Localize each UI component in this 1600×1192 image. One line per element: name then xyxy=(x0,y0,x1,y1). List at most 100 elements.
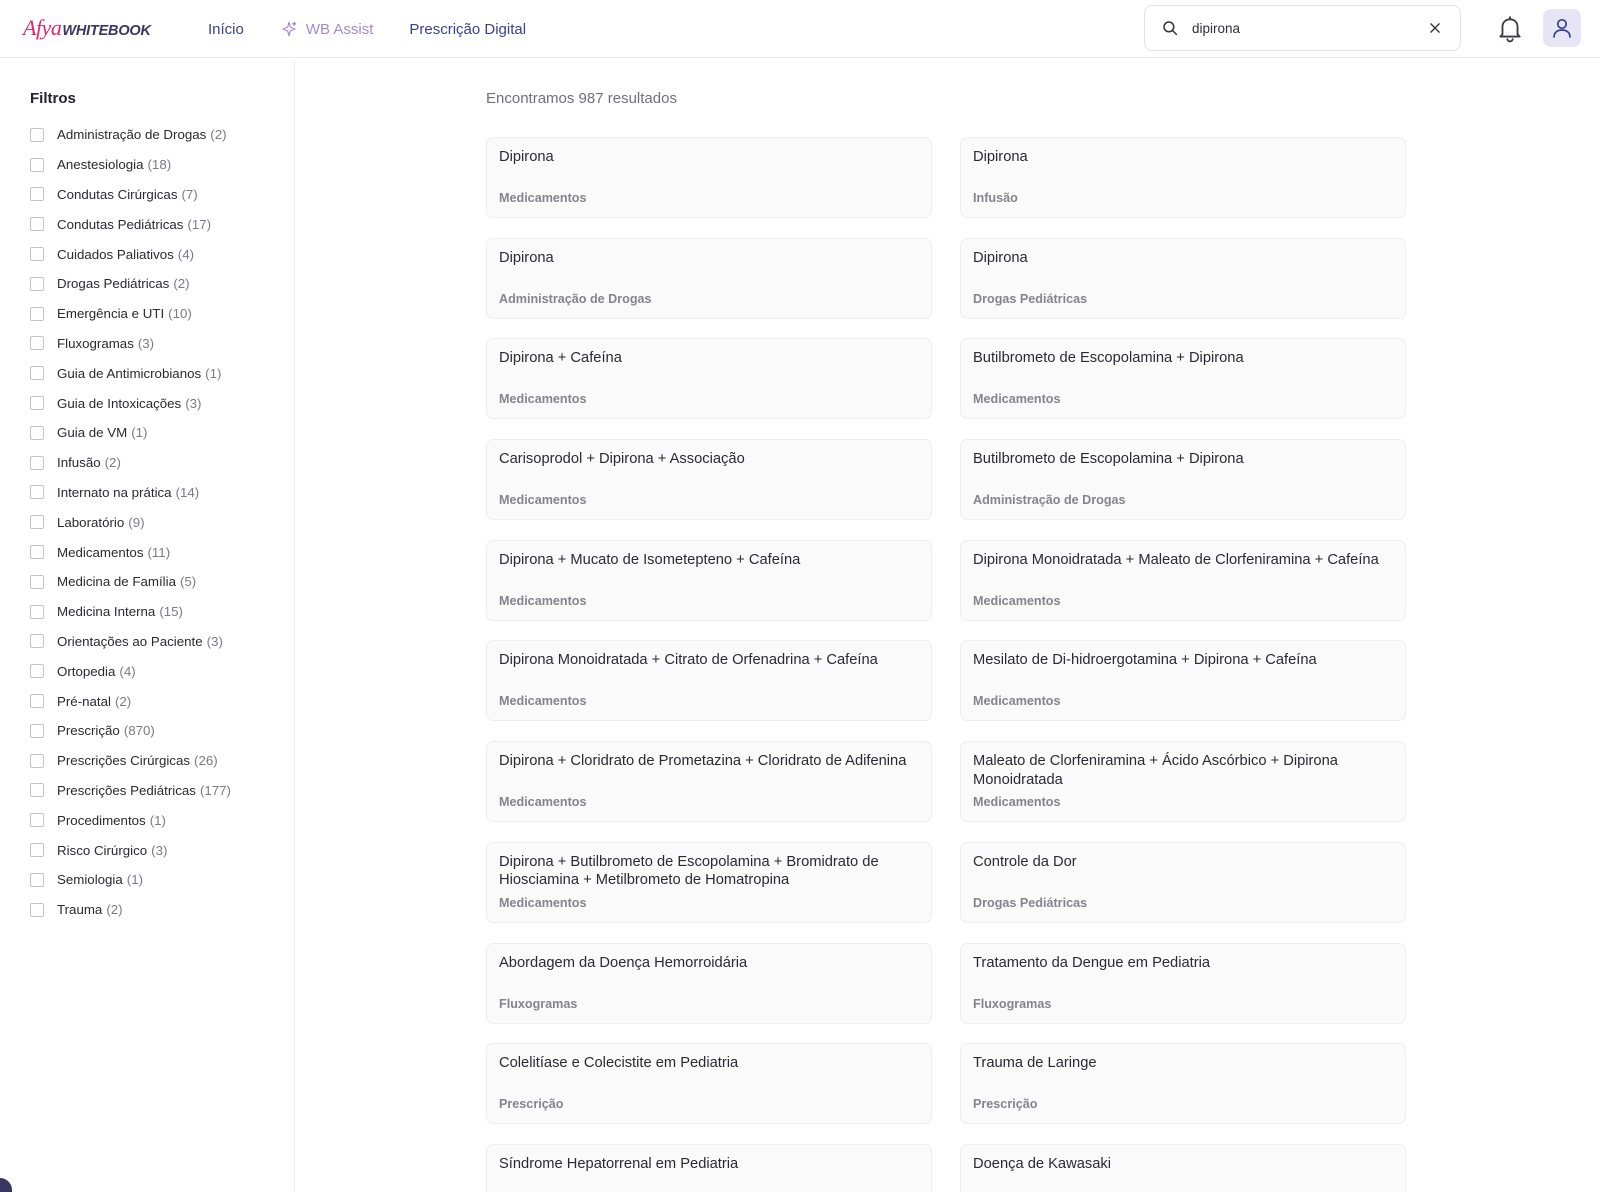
result-card[interactable]: Colelitíase e Colecistite em Pediatria Pr… xyxy=(486,1043,932,1125)
nav-inicio[interactable]: Início xyxy=(208,21,244,38)
result-card[interactable]: Mesilato de Di-hidroergotamina + Dipiron… xyxy=(960,640,1406,722)
bell-icon[interactable] xyxy=(1497,15,1523,43)
result-title: Abordagem da Doença Hemorroidária xyxy=(499,954,748,971)
filter-checkbox[interactable] xyxy=(30,813,44,828)
filter-checkbox[interactable] xyxy=(30,157,44,172)
filter-label: Condutas Pediátricas xyxy=(57,216,184,232)
filter-label: Fluxogramas xyxy=(57,335,134,351)
filter-item[interactable]: Medicina Interna (15) xyxy=(30,597,231,627)
result-category: Fluxogramas xyxy=(973,996,1052,1011)
filter-checkbox[interactable] xyxy=(30,455,44,470)
result-category: Medicamentos xyxy=(499,795,587,810)
filter-item[interactable]: Emergência e UTI (10) xyxy=(30,299,231,329)
result-card[interactable]: Doença de Kawasaki xyxy=(960,1143,1406,1192)
filter-item[interactable]: Trauma (2) xyxy=(30,895,231,925)
filter-item[interactable]: Condutas Pediátricas (17) xyxy=(30,209,231,239)
filter-item[interactable]: Semiologia (1) xyxy=(30,865,231,895)
result-card[interactable]: Dipirona + Butilbrometo de Escopolamina … xyxy=(486,841,932,923)
filter-item[interactable]: Infusão (2) xyxy=(30,448,231,478)
filter-item[interactable]: Medicamentos (11) xyxy=(30,537,231,567)
filter-checkbox[interactable] xyxy=(30,247,44,262)
result-category: Medicamentos xyxy=(499,191,587,205)
filter-checkbox[interactable] xyxy=(30,783,44,798)
close-icon[interactable] xyxy=(1428,21,1442,35)
result-card[interactable]: Tratamento da Dengue em Pediatria Fluxogr… xyxy=(960,942,1406,1024)
nav-wb-assist[interactable]: WB Assist xyxy=(280,20,373,38)
filter-item[interactable]: Ortopedia (4) xyxy=(30,656,231,686)
filter-item[interactable]: Medicina de Família (5) xyxy=(30,567,231,597)
filter-label: Cuidados Paliativos xyxy=(57,246,174,262)
result-card[interactable]: Dipirona Monoidratada + Maleato de Clorf… xyxy=(960,539,1406,621)
result-title: Dipirona + Butilbrometo de Escopolamina … xyxy=(499,853,879,889)
filter-checkbox[interactable] xyxy=(30,366,44,381)
filter-checkbox[interactable] xyxy=(30,604,44,619)
filter-checkbox[interactable] xyxy=(30,306,44,321)
filter-item[interactable]: Orientações ao Paciente (3) xyxy=(30,627,231,657)
filter-checkbox[interactable] xyxy=(30,545,44,560)
filter-item[interactable]: Prescrições Cirúrgicas (26) xyxy=(30,746,231,776)
filter-count: (3) xyxy=(185,395,202,411)
result-card[interactable]: Dipirona + Cloridrato de Prometazina + C… xyxy=(486,741,932,823)
filter-checkbox[interactable] xyxy=(30,485,44,500)
filter-item[interactable]: Anestesiologia (18) xyxy=(30,150,231,180)
result-card[interactable]: Trauma de Laringe Prescrição xyxy=(960,1043,1406,1125)
filter-item[interactable]: Prescrições Pediátricas (177) xyxy=(30,776,231,806)
filter-item[interactable]: Guia de Intoxicações (3) xyxy=(30,388,231,418)
search-box[interactable]: dipirona xyxy=(1144,5,1461,51)
filter-count: (870) xyxy=(123,723,155,739)
filter-item[interactable]: Procedimentos (1) xyxy=(30,805,231,835)
filter-item[interactable]: Cuidados Paliativos (4) xyxy=(30,239,231,269)
filter-checkbox[interactable] xyxy=(30,127,44,142)
filter-item[interactable]: Fluxogramas (3) xyxy=(30,329,231,359)
result-card[interactable]: Controle da Dor Drogas Pediátricas xyxy=(960,841,1406,923)
filter-checkbox[interactable] xyxy=(30,843,44,858)
filter-item[interactable]: Condutas Cirúrgicas (7) xyxy=(30,180,231,210)
filter-checkbox[interactable] xyxy=(30,396,44,411)
result-card[interactable]: Abordagem da Doença Hemorroidária Fluxogr… xyxy=(486,942,932,1024)
filter-item[interactable]: Prescrição (870) xyxy=(30,716,231,746)
filter-checkbox[interactable] xyxy=(30,217,44,232)
filter-checkbox[interactable] xyxy=(30,425,44,440)
filter-checkbox[interactable] xyxy=(30,276,44,291)
result-category: Drogas Pediátricas xyxy=(973,291,1088,306)
filter-checkbox[interactable] xyxy=(30,515,44,530)
filter-item[interactable]: Pré-natal (2) xyxy=(30,686,231,716)
filter-item[interactable]: Guia de VM (1) xyxy=(30,418,231,448)
filter-checkbox[interactable] xyxy=(30,753,44,768)
result-category: Medicamentos xyxy=(499,895,587,910)
filter-checkbox[interactable] xyxy=(30,723,44,738)
result-card[interactable]: Butilbrometo de Escopolamina + Dipirona A… xyxy=(960,439,1406,521)
result-card[interactable]: Dipirona + Mucato de Isometepteno + Cafe… xyxy=(486,539,932,621)
result-card[interactable]: Síndrome Hepatorrenal em Pediatria xyxy=(486,1143,932,1192)
filter-checkbox[interactable] xyxy=(30,634,44,649)
result-card[interactable]: Dipirona + Cafeína Medicamentos xyxy=(486,338,932,420)
result-card[interactable]: Dipirona Infusão xyxy=(960,137,1406,218)
result-card[interactable]: Butilbrometo de Escopolamina + Dipirona M… xyxy=(960,338,1406,420)
filter-item[interactable]: Drogas Pediátricas (2) xyxy=(30,269,231,299)
filter-label: Procedimentos xyxy=(57,812,146,828)
result-title: Butilbrometo de Escopolamina + Dipirona xyxy=(973,350,1244,367)
filter-item[interactable]: Administração de Drogas (2) xyxy=(30,120,231,150)
profile-button[interactable] xyxy=(1543,9,1581,47)
filter-checkbox[interactable] xyxy=(30,872,44,887)
filter-item[interactable]: Guia de Antimicrobianos (1) xyxy=(30,358,231,388)
result-card[interactable]: Carisoprodol + Dipirona + Associação Medi… xyxy=(486,439,932,521)
afya-whitebook-logo[interactable]: Afya WHITEBOOK xyxy=(23,15,151,43)
filter-checkbox[interactable] xyxy=(30,187,44,202)
filter-item[interactable]: Laboratório (9) xyxy=(30,507,231,537)
result-title: Dipirona + Cloridrato de Prometazina + C… xyxy=(499,753,907,770)
filter-item[interactable]: Internato na prática (14) xyxy=(30,478,231,508)
result-card[interactable]: Dipirona Monoidratada + Citrato de Orfen… xyxy=(486,640,932,722)
nav-prescricao-digital[interactable]: Prescrição Digital xyxy=(409,21,526,38)
result-card[interactable]: Maleato de Clorfeniramina + Ácido Ascórb… xyxy=(960,741,1406,823)
filter-checkbox[interactable] xyxy=(30,902,44,917)
filter-checkbox[interactable] xyxy=(30,694,44,709)
filter-checkbox[interactable] xyxy=(30,336,44,351)
search-input[interactable]: dipirona xyxy=(1192,21,1428,36)
result-card[interactable]: Dipirona Drogas Pediátricas xyxy=(960,237,1406,319)
filter-item[interactable]: Risco Cirúrgico (3) xyxy=(30,835,231,865)
result-card[interactable]: Dipirona Medicamentos xyxy=(486,137,932,218)
filter-checkbox[interactable] xyxy=(30,574,44,589)
filter-checkbox[interactable] xyxy=(30,664,44,679)
result-card[interactable]: Dipirona Administração de Drogas xyxy=(486,237,932,319)
